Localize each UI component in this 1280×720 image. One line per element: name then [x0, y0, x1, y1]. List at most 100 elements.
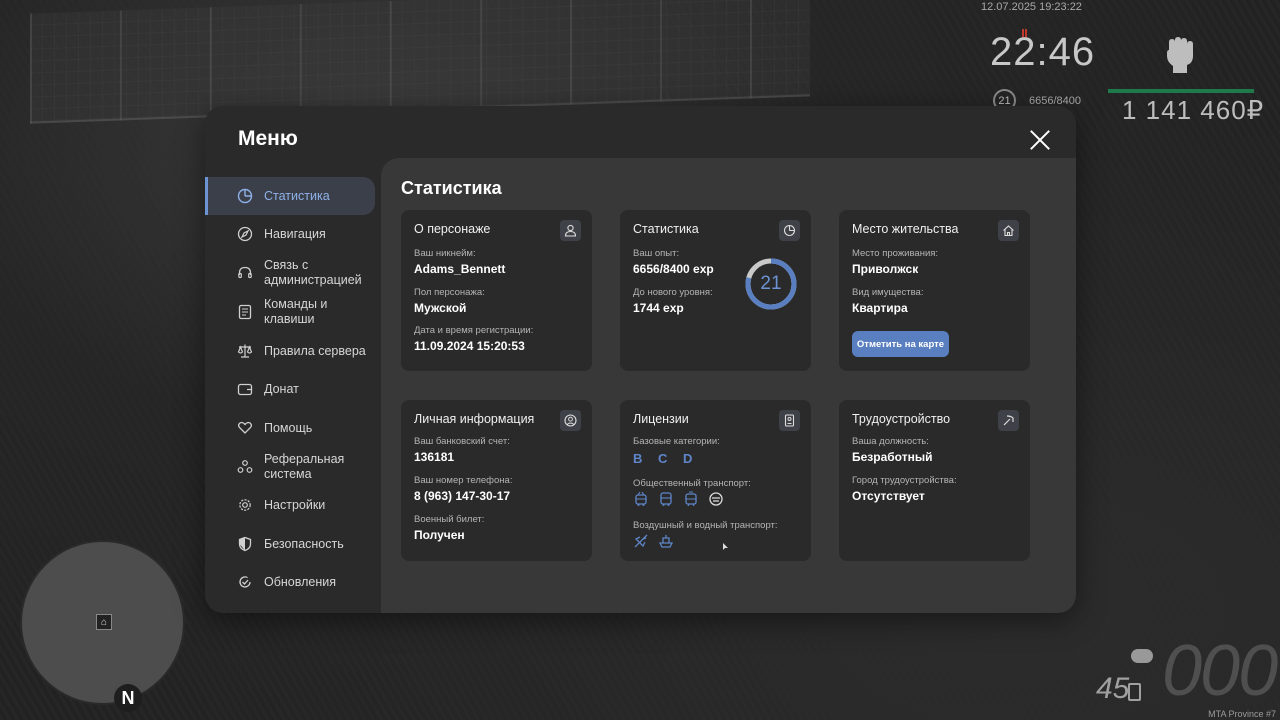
card-character: О персонаже Ваш никнейм: Adams_Bennett П…	[401, 210, 592, 371]
menu-title: Меню	[238, 127, 298, 150]
home-icon	[998, 220, 1019, 241]
pickaxe-icon	[998, 410, 1019, 431]
card-statistics: Статистика Ваш опыт: 6656/8400 exp До но…	[620, 210, 811, 371]
server-watermark: MTA Province #7	[1208, 709, 1276, 719]
registration-label: Дата и время регистрации:	[414, 325, 534, 336]
hud-datetime: 12.07.2025 19:23:22	[981, 1, 1082, 13]
user-icon	[560, 220, 581, 241]
sidebar-item-security[interactable]: Безопасность	[205, 525, 375, 563]
headset-icon	[238, 266, 252, 279]
health-bar	[1108, 89, 1254, 93]
gender-value: Мужской	[414, 301, 467, 315]
sidebar-item-label: Связь с администрацией	[264, 258, 362, 287]
boat-icon	[658, 533, 674, 549]
sidebar: Статистика Навигация Связь с администрац…	[205, 176, 381, 613]
sidebar-item-label: Помощь	[264, 420, 313, 435]
registration-value: 11.09.2024 15:20:53	[414, 339, 525, 353]
exp-label: Ваш опыт:	[633, 248, 680, 259]
sidebar-item-referral[interactable]: Реферальная система	[205, 448, 375, 486]
residence-label: Место проживания:	[852, 248, 939, 259]
phone-value: 8 (963) 147-30-17	[414, 489, 511, 503]
sidebar-item-statistics[interactable]: Статистика	[205, 177, 375, 215]
sidebar-item-label: Правила сервера	[264, 343, 366, 358]
job-city-label: Город трудоустройства:	[852, 475, 957, 486]
mark-on-map-button[interactable]: Отметить на карте	[852, 331, 949, 357]
fuel-level: 45	[1096, 672, 1130, 705]
plane-icon	[633, 533, 649, 549]
shield-icon	[238, 536, 252, 552]
sidebar-item-updates[interactable]: Обновления	[205, 563, 375, 601]
bus-icon	[658, 491, 674, 507]
next-level-value: 1744 exp	[633, 301, 684, 315]
sidebar-item-label: Статистика	[264, 188, 330, 203]
id-card-icon	[779, 410, 800, 431]
people-icon	[237, 460, 253, 473]
heart-hand-icon	[237, 421, 253, 434]
sidebar-item-navigation[interactable]: Навигация	[205, 215, 375, 253]
card-licenses: Лицензии Базовые категории: B C D Общест…	[620, 400, 811, 561]
position-value: Безработный	[852, 450, 933, 464]
speedometer: 000	[1162, 631, 1278, 711]
nickname-label: Ваш никнейм:	[414, 248, 476, 259]
property-label: Вид имущества:	[852, 287, 924, 298]
residence-value: Приволжск	[852, 262, 919, 276]
sidebar-item-label: Донат	[264, 381, 299, 396]
hud-clock: 22:46	[990, 30, 1096, 74]
phone-label: Ваш номер телефона:	[414, 475, 513, 486]
military-value: Получен	[414, 528, 465, 542]
sidebar-item-label: Безопасность	[264, 536, 344, 551]
card-title: Место жительства	[852, 222, 959, 236]
position-label: Ваша должность:	[852, 436, 929, 447]
exp-value: 6656/8400 exp	[633, 262, 714, 276]
compass-icon	[237, 226, 253, 242]
user-circle-icon	[560, 410, 581, 431]
sidebar-item-commands[interactable]: Команды и клавиши	[205, 293, 375, 331]
job-city-value: Отсутствует	[852, 489, 925, 503]
sidebar-item-donate[interactable]: Донат	[205, 370, 375, 408]
tram-icon	[683, 491, 699, 507]
menu-window: Меню Статистика Навигация Связь с админи…	[205, 106, 1076, 613]
sidebar-item-settings[interactable]: Настройки	[205, 486, 375, 524]
sidebar-item-admin-contact[interactable]: Связь с администрацией	[205, 254, 375, 292]
close-icon[interactable]	[1028, 128, 1052, 152]
nickname-value: Adams_Bennett	[414, 262, 506, 276]
base-categories-value: B C D	[633, 451, 699, 466]
sidebar-item-rules[interactable]: Правила сервера	[205, 332, 375, 370]
bank-value: 136181	[414, 450, 455, 464]
sidebar-item-label: Навигация	[264, 226, 326, 241]
air-water-label: Воздушный и водный транспорт:	[633, 520, 778, 531]
refresh-icon	[239, 576, 251, 588]
card-title: Трудоустройство	[852, 412, 951, 426]
wallet-icon	[237, 383, 253, 396]
next-level-label: До нового уровня:	[633, 287, 713, 298]
bank-label: Ваш банковский счет:	[414, 436, 510, 447]
trolleybus-icon	[633, 491, 649, 507]
property-value: Квартира	[852, 301, 908, 315]
fuel-pump-icon	[1128, 683, 1141, 701]
level-value: 21	[760, 273, 782, 294]
minimap-road	[62, 542, 183, 662]
card-title: Лицензии	[633, 412, 689, 426]
north-indicator: N	[114, 684, 142, 712]
card-title: О персонаже	[414, 222, 491, 236]
card-personal-info: Личная информация Ваш банковский счет: 1…	[401, 400, 592, 561]
sidebar-item-label: Настройки	[264, 497, 326, 512]
base-categories-label: Базовые категории:	[633, 436, 720, 447]
house-marker-icon: ⌂	[96, 614, 112, 630]
sidebar-item-help[interactable]: Помощь	[205, 409, 375, 447]
page-title: Статистика	[401, 178, 502, 198]
public-transport-icons	[633, 491, 724, 507]
card-title: Личная информация	[414, 412, 535, 426]
minimap[interactable]: ⌂	[20, 540, 185, 705]
card-title: Статистика	[633, 222, 699, 236]
sidebar-item-label: Команды и клавиши	[264, 297, 328, 326]
scales-icon	[237, 344, 253, 358]
sidebar-item-label: Обновления	[264, 574, 336, 589]
gender-label: Пол персонажа:	[414, 287, 485, 298]
military-label: Военный билет:	[414, 514, 485, 525]
air-water-icons	[633, 533, 674, 549]
pie-chart-icon	[237, 188, 253, 204]
gear-icon	[239, 499, 251, 511]
hud-money: 1 141 460₽	[1122, 95, 1265, 125]
card-employment: Трудоустройство Ваша должность: Безработ…	[839, 400, 1030, 561]
